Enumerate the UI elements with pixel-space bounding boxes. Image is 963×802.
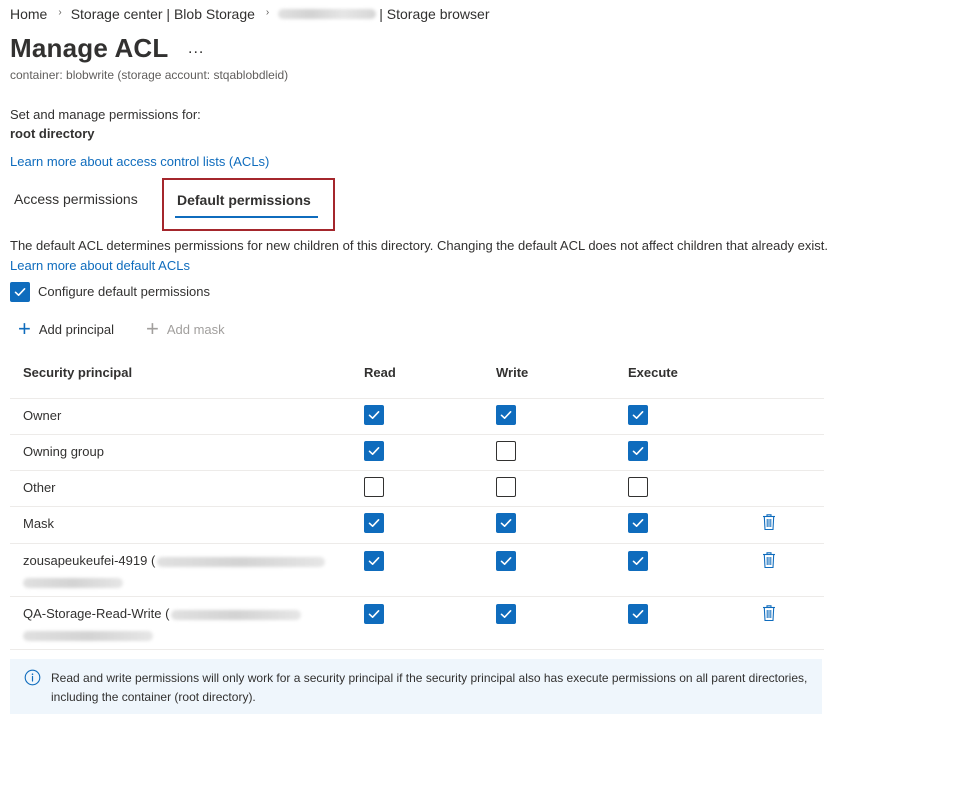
read-checkbox[interactable] [364, 405, 384, 425]
principal-name: Other [23, 480, 343, 495]
principal-name-text: Mask [23, 516, 55, 531]
check-icon [368, 557, 380, 565]
check-icon [500, 519, 512, 527]
description-text: The default ACL determines permissions f… [10, 238, 829, 253]
write-checkbox[interactable] [496, 604, 516, 624]
delete-principal-button[interactable] [762, 551, 780, 571]
breadcrumb: Home › Storage center | Blob Storage › |… [10, 5, 490, 23]
principal-name-text: Owner [23, 408, 62, 423]
principal-name: Owning group [23, 444, 343, 459]
check-icon [368, 411, 380, 419]
chevron-right-icon: › [265, 6, 270, 18]
column-header-write: Write [496, 365, 529, 380]
principal-name-text: zousapeukeufei-4919 [23, 553, 148, 568]
trash-icon [763, 514, 775, 531]
principal-name-text: Other [23, 480, 56, 495]
page-title: Manage ACL [10, 33, 169, 63]
target-directory-label: root directory [10, 126, 95, 141]
add-principal-button[interactable]: + Add principal [18, 316, 115, 341]
read-checkbox[interactable] [364, 551, 384, 571]
check-icon [368, 610, 380, 618]
learn-default-acl-link[interactable]: Learn more about default ACLs [10, 258, 190, 273]
more-options-button[interactable]: ... [188, 40, 204, 58]
delete-principal-button[interactable] [762, 604, 780, 624]
breadcrumb-storage-center[interactable]: Storage center | Blob Storage [71, 6, 255, 22]
check-icon [632, 557, 644, 565]
execute-checkbox[interactable] [628, 405, 648, 425]
default-acl-description: The default ACL determines permissions f… [10, 236, 840, 276]
principal-name-text: Owning group [23, 444, 104, 459]
table-divider [10, 506, 824, 507]
plus-icon: + [146, 316, 159, 341]
tab-access-permissions[interactable]: Access permissions [14, 191, 138, 207]
column-header-read: Read [364, 365, 396, 380]
redacted-account-name [278, 9, 377, 19]
check-icon [632, 447, 644, 455]
principal-name: Owner [23, 408, 343, 423]
principal-id-open-paren: ( [161, 606, 170, 621]
chevron-right-icon: › [58, 6, 62, 18]
breadcrumb-storage-browser[interactable]: | Storage browser [379, 6, 489, 22]
tab-selected-indicator [175, 216, 318, 218]
principal-name-text: QA-Storage-Read-Write [23, 606, 162, 621]
write-checkbox[interactable] [496, 513, 516, 533]
table-divider [10, 434, 824, 435]
table-divider [10, 596, 824, 597]
execute-checkbox[interactable] [628, 477, 648, 497]
configure-default-label: Configure default permissions [38, 284, 210, 299]
principal-name: Mask [23, 516, 343, 531]
check-icon [368, 519, 380, 527]
check-icon [632, 610, 644, 618]
configure-default-checkbox[interactable] [10, 282, 30, 302]
redacted-principal-id [171, 609, 302, 620]
page-subtitle: container: blobwrite (storage account: s… [10, 68, 289, 82]
redacted-principal-id [23, 630, 153, 641]
add-mask-button[interactable]: + Add mask [146, 316, 225, 341]
check-icon [500, 557, 512, 565]
principal-id-line [23, 627, 343, 642]
set-permissions-label: Set and manage permissions for: [10, 107, 201, 122]
table-divider [10, 649, 824, 650]
info-icon [24, 669, 41, 686]
check-icon [368, 447, 380, 455]
redacted-principal-id [23, 577, 123, 588]
write-checkbox[interactable] [496, 477, 516, 497]
check-icon [632, 411, 644, 419]
check-icon [500, 411, 512, 419]
read-checkbox[interactable] [364, 477, 384, 497]
learn-acl-link[interactable]: Learn more about access control lists (A… [10, 154, 269, 169]
principal-id-open-paren: ( [147, 553, 156, 568]
execute-checkbox[interactable] [628, 513, 648, 533]
column-header-execute: Execute [628, 365, 678, 380]
execute-checkbox[interactable] [628, 604, 648, 624]
breadcrumb-home[interactable]: Home [10, 6, 47, 22]
trash-icon [763, 605, 775, 622]
delete-principal-button[interactable] [762, 513, 780, 533]
check-icon [632, 519, 644, 527]
add-principal-label: Add principal [38, 321, 115, 337]
read-checkbox[interactable] [364, 604, 384, 624]
execute-checkbox[interactable] [628, 441, 648, 461]
principal-id-line [23, 574, 343, 589]
read-checkbox[interactable] [364, 513, 384, 533]
principal-name: QA-Storage-Read-Write ( [23, 606, 343, 642]
check-icon [14, 288, 26, 296]
table-divider [10, 543, 824, 544]
read-checkbox[interactable] [364, 441, 384, 461]
column-header-principal: Security principal [23, 365, 133, 380]
write-checkbox[interactable] [496, 441, 516, 461]
write-checkbox[interactable] [496, 405, 516, 425]
principal-name: zousapeukeufei-4919 ( [23, 553, 343, 589]
add-mask-label: Add mask [166, 321, 225, 337]
table-divider [10, 398, 824, 399]
table-divider [10, 470, 824, 471]
redacted-principal-id [157, 556, 326, 567]
execute-checkbox[interactable] [628, 551, 648, 571]
write-checkbox[interactable] [496, 551, 516, 571]
trash-icon [763, 552, 775, 569]
tab-default-permissions[interactable]: Default permissions [177, 192, 311, 208]
check-icon [500, 610, 512, 618]
info-text: Read and write permissions will only wor… [51, 671, 808, 704]
plus-icon: + [18, 316, 31, 341]
